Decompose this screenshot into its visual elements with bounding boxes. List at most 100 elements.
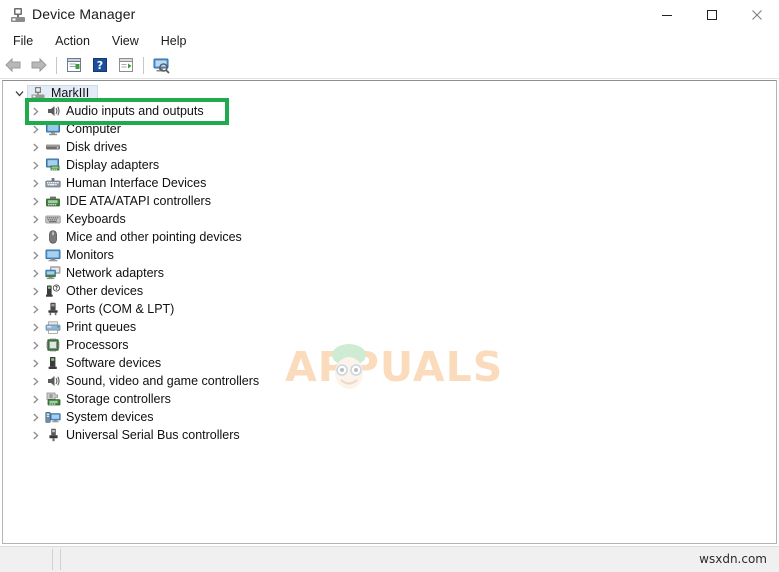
chevron-right-icon[interactable] [27, 156, 43, 174]
network-adapter-icon [43, 264, 63, 282]
chevron-right-icon[interactable] [27, 120, 43, 138]
usb-controller-icon [43, 426, 63, 444]
tree-item-label: Software devices [66, 356, 162, 370]
ide-controller-icon [43, 192, 63, 210]
chevron-right-icon[interactable] [27, 228, 43, 246]
tree-item-label: Keyboards [66, 212, 126, 226]
tree-item-label: Processors [66, 338, 129, 352]
tree-item-audio-inputs-and-outputs[interactable]: Audio inputs and outputs [3, 102, 776, 120]
tree-item-label: Display adapters [66, 158, 160, 172]
scan-hardware-changes-icon[interactable] [148, 53, 174, 77]
tree-item-mice-and-other-pointing-devices[interactable]: Mice and other pointing devices [3, 228, 776, 246]
maximize-icon[interactable] [689, 0, 734, 30]
tree-item-label: System devices [66, 410, 154, 424]
tree-item-network-adapters[interactable]: Network adapters [3, 264, 776, 282]
tree-item-display-adapters[interactable]: Display adapters [3, 156, 776, 174]
tree-item-label: Storage controllers [66, 392, 171, 406]
tree-item-sound-video-and-game-controllers[interactable]: Sound, video and game controllers [3, 372, 776, 390]
disk-drive-icon [43, 138, 63, 156]
tree-root-label: MarkIII [51, 86, 90, 100]
help-icon[interactable]: ? [87, 53, 113, 77]
tree-item-disk-drives[interactable]: Disk drives [3, 138, 776, 156]
toolbar-separator [56, 56, 57, 74]
chevron-right-icon[interactable] [27, 138, 43, 156]
svg-text:?: ? [97, 59, 103, 72]
printer-icon [43, 318, 63, 336]
menu-file[interactable]: File [4, 32, 42, 50]
tree-item-label: Ports (COM & LPT) [66, 302, 175, 316]
tree-item-label: Monitors [66, 248, 114, 262]
speaker-icon [43, 102, 63, 120]
sound-controller-icon [43, 372, 63, 390]
tree-item-storage-controllers[interactable]: Storage controllers [3, 390, 776, 408]
device-manager-icon [9, 6, 27, 24]
chevron-right-icon[interactable] [27, 192, 43, 210]
properties-icon[interactable] [61, 53, 87, 77]
status-pane-main [60, 549, 760, 570]
tree-item-label: Sound, video and game controllers [66, 374, 260, 388]
tree-item-label: Human Interface Devices [66, 176, 207, 190]
toolbar-separator-2 [143, 56, 144, 74]
device-manager-window: Device Manager File Action View Help ? M… [0, 0, 779, 572]
menu-help[interactable]: Help [152, 32, 196, 50]
chevron-right-icon[interactable] [27, 300, 43, 318]
tree-item-label: IDE ATA/ATAPI controllers [66, 194, 211, 208]
monitor-icon [43, 120, 63, 138]
toolbar-divider [0, 78, 779, 79]
unknown-device-icon: ? [43, 282, 63, 300]
tree-item-print-queues[interactable]: Print queues [3, 318, 776, 336]
chevron-right-icon[interactable] [27, 210, 43, 228]
tree-item-label: Audio inputs and outputs [66, 104, 204, 118]
menu-view[interactable]: View [103, 32, 148, 50]
tree-item-system-devices[interactable]: System devices [3, 408, 776, 426]
mouse-icon [43, 228, 63, 246]
menu-action[interactable]: Action [46, 32, 99, 50]
chevron-right-icon[interactable] [27, 390, 43, 408]
tree-item-label: Disk drives [66, 140, 128, 154]
tree-item-software-devices[interactable]: Software devices [3, 354, 776, 372]
chevron-right-icon[interactable] [27, 246, 43, 264]
close-icon[interactable] [734, 0, 779, 30]
tree-item-ports-com-and-lpt[interactable]: Ports (COM & LPT) [3, 300, 776, 318]
tree-item-human-interface-devices[interactable]: Human Interface Devices [3, 174, 776, 192]
tree-item-computer[interactable]: Computer [3, 120, 776, 138]
processor-icon [43, 336, 63, 354]
status-bar: wsxdn.com [0, 546, 779, 572]
chevron-right-icon[interactable] [27, 318, 43, 336]
tree-item-ide-ata-atapi-controllers[interactable]: IDE ATA/ATAPI controllers [3, 192, 776, 210]
software-device-icon [43, 354, 63, 372]
tree-item-label: Universal Serial Bus controllers [66, 428, 240, 442]
window-controls [644, 0, 779, 30]
device-tree: MarkIII Audio inputs and outputs Compute… [3, 84, 776, 444]
tree-item-processors[interactable]: Processors [3, 336, 776, 354]
tree-item-label: Other devices [66, 284, 144, 298]
tree-item-other-devices[interactable]: ? Other devices [3, 282, 776, 300]
tree-item-label: Mice and other pointing devices [66, 230, 242, 244]
chevron-right-icon[interactable] [27, 336, 43, 354]
tree-item-universal-serial-bus-controllers[interactable]: Universal Serial Bus controllers [3, 426, 776, 444]
chevron-right-icon[interactable] [27, 282, 43, 300]
chevron-right-icon[interactable] [27, 426, 43, 444]
tree-item-keyboards[interactable]: Keyboards [3, 210, 776, 228]
chevron-right-icon[interactable] [27, 174, 43, 192]
chevron-right-icon[interactable] [27, 372, 43, 390]
chevron-right-icon[interactable] [27, 102, 43, 120]
chevron-right-icon[interactable] [27, 354, 43, 372]
window-title: Device Manager [32, 6, 136, 22]
tree-item-label: Print queues [66, 320, 137, 334]
chevron-down-icon[interactable] [11, 84, 27, 102]
chevron-right-icon[interactable] [27, 408, 43, 426]
minimize-icon[interactable] [644, 0, 689, 30]
storage-controller-icon [43, 390, 63, 408]
tree-root-selection: MarkIII [27, 84, 99, 102]
tree-item-label: Network adapters [66, 266, 164, 280]
show-hidden-devices-icon[interactable] [113, 53, 139, 77]
hid-icon [43, 174, 63, 192]
back-arrow-icon[interactable] [0, 53, 26, 77]
chevron-right-icon[interactable] [27, 264, 43, 282]
device-tree-panel[interactable]: MarkIII Audio inputs and outputs Compute… [2, 80, 777, 544]
tree-item-monitors[interactable]: Monitors [3, 246, 776, 264]
forward-arrow-icon[interactable] [26, 53, 52, 77]
tree-root-markiii[interactable]: MarkIII [3, 84, 776, 102]
menu-bar: File Action View Help [0, 30, 779, 52]
